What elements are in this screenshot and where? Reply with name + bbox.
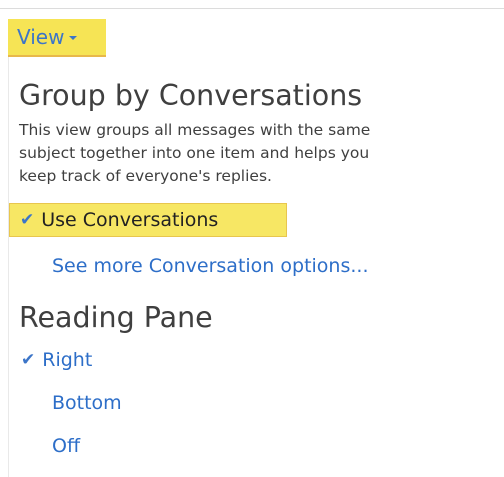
description-line: subject together into one item and helps… (19, 144, 370, 162)
checkmark-icon: ✔ (20, 209, 35, 230)
use-conversations-toggle[interactable]: ✔ Use Conversations (9, 203, 287, 237)
use-conversations-label: Use Conversations (41, 209, 219, 231)
top-divider (0, 8, 504, 9)
reading-pane-option-off[interactable]: Off (52, 435, 80, 457)
reading-pane-option-label: Right (42, 349, 93, 371)
chevron-down-icon (69, 36, 78, 40)
see-more-conversation-options-link[interactable]: See more Conversation options... (52, 255, 369, 277)
checkmark-icon: ✔ (21, 349, 36, 370)
reading-pane-heading: Reading Pane (19, 301, 213, 334)
reading-pane-option-bottom[interactable]: Bottom (52, 392, 122, 414)
view-dropdown-panel: Group by Conversations This view groups … (8, 57, 504, 477)
reading-pane-option-label: Off (52, 435, 81, 457)
group-by-description: This view groups all messages with the s… (19, 119, 493, 188)
reading-pane-option-label: Bottom (52, 392, 122, 414)
description-line: This view groups all messages with the s… (19, 121, 371, 139)
view-menu-screen: View Group by Conversations This view gr… (0, 0, 504, 477)
reading-pane-option-right[interactable]: ✔ Right (21, 349, 92, 371)
group-by-heading: Group by Conversations (19, 79, 363, 112)
view-menu-button[interactable]: View (8, 19, 106, 57)
description-line: keep track of everyone's replies. (19, 167, 272, 185)
view-button-label: View (17, 25, 65, 49)
